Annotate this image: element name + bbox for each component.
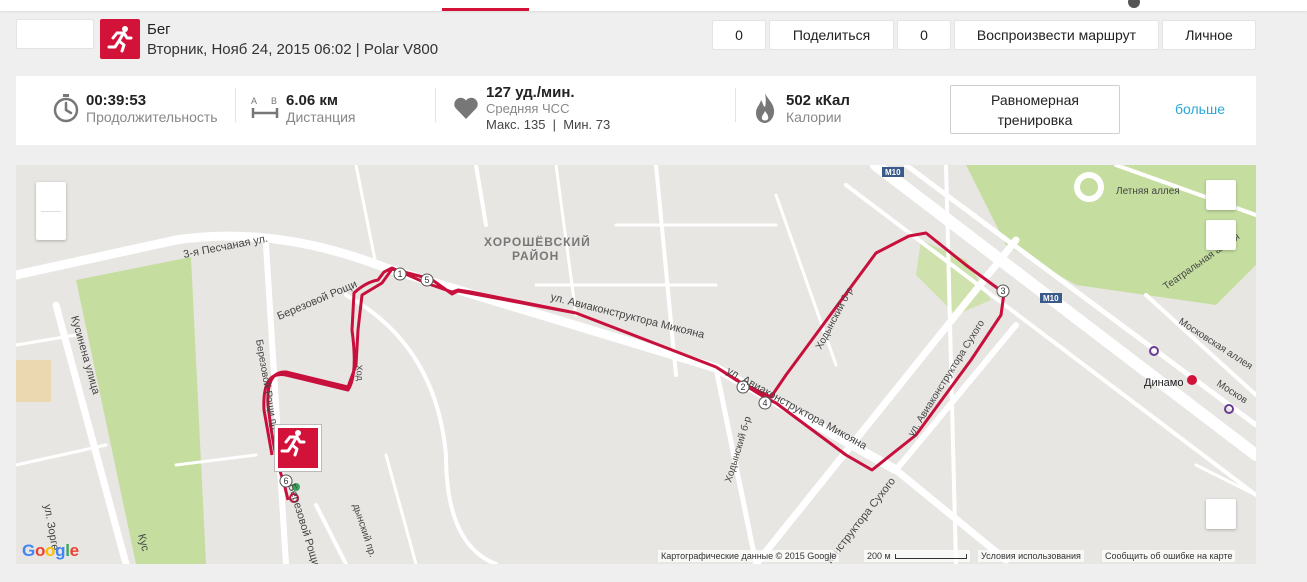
duration-value: 00:39:53 xyxy=(86,92,147,109)
divider xyxy=(435,88,436,122)
street-view-button[interactable] xyxy=(1206,499,1236,529)
comment-count-button[interactable]: 0 xyxy=(897,20,951,50)
distance-ab-icon: A B xyxy=(251,96,279,118)
district-label: ХОРОШЁВСКИЙ xyxy=(484,234,591,249)
active-tab-indicator xyxy=(442,8,529,11)
street-label: Березовой Рощи xyxy=(275,278,358,322)
street-label: Березовой Рощи xyxy=(285,482,321,564)
top-nav-bar xyxy=(0,0,1307,11)
map-scale: 200 м xyxy=(864,550,970,562)
street-label: Московская аллея xyxy=(1176,316,1254,372)
distance-value: 6.06 км xyxy=(286,92,338,109)
share-button[interactable]: Поделиться xyxy=(769,20,894,50)
map-scale-bar xyxy=(894,553,967,559)
zoom-out-button[interactable] xyxy=(36,212,66,240)
metro-dynamo-icon xyxy=(1187,375,1197,385)
running-icon xyxy=(280,430,306,457)
training-type-button[interactable]: Равномерная тренировка xyxy=(950,85,1120,134)
km-marker-label: 5 xyxy=(424,275,429,285)
heart-rate-value: 127 уд./мин. xyxy=(486,84,575,101)
street-label: Ход xyxy=(354,364,365,382)
distance-label: Дистанция xyxy=(286,109,356,125)
stats-panel: 00:39:53 Продолжительность A B 6.06 км Д… xyxy=(16,76,1256,145)
flame-icon xyxy=(756,93,775,123)
building-block xyxy=(16,360,51,402)
route-map[interactable]: 1 2 3 4 5 6 3-я Песчаная ул. ул. Авиакон… xyxy=(16,165,1256,564)
activity-start-marker[interactable] xyxy=(274,424,322,472)
activity-type: Бег xyxy=(147,21,171,38)
divider xyxy=(735,88,736,122)
heart-rate-details: Макс. 135 | Мин. 73 xyxy=(486,117,611,132)
zoom-in-button[interactable] xyxy=(36,182,66,211)
user-avatar[interactable] xyxy=(1128,0,1140,8)
google-logo-letter: g xyxy=(55,541,66,560)
heart-icon xyxy=(454,97,478,119)
map-type-button[interactable] xyxy=(1206,220,1236,250)
park-area xyxy=(76,257,206,564)
highway-shield-label: M10 xyxy=(1043,294,1059,303)
street-label: дынский пр. xyxy=(350,503,378,559)
google-logo-letter: o xyxy=(34,541,46,560)
zoom-control xyxy=(36,182,66,240)
fullscreen-button[interactable] xyxy=(1206,180,1236,210)
map-canvas[interactable]: 1 2 3 4 5 6 3-я Песчаная ул. ул. Авиакон… xyxy=(16,165,1256,564)
point-a-label: A xyxy=(251,96,257,106)
calories-label: Калории xyxy=(786,109,842,125)
heart-rate-label: Средняя ЧСС xyxy=(486,101,570,116)
like-count-button[interactable]: 0 xyxy=(712,20,766,50)
back-button[interactable] xyxy=(16,19,94,49)
training-type-label: Равномерная тренировка xyxy=(991,91,1079,128)
calories-value: 502 кКал xyxy=(786,92,850,109)
replay-route-button[interactable]: Воспроизвести маршрут xyxy=(954,20,1159,50)
running-badge xyxy=(278,428,318,468)
street-label: Летняя аллея xyxy=(1116,186,1180,197)
km-marker-label: 1 xyxy=(397,269,402,279)
activity-meta: Вторник, Нояб 24, 2015 06:02 | Polar V80… xyxy=(147,41,439,58)
km-marker-label: 4 xyxy=(762,398,767,408)
roundabout-center xyxy=(1082,180,1096,194)
more-link[interactable]: больше xyxy=(1175,101,1225,117)
highway-shield-label: M10 xyxy=(885,168,901,177)
google-logo-letter: G xyxy=(22,541,35,560)
privacy-button[interactable]: Личное xyxy=(1162,20,1256,50)
km-markers: 1 2 3 4 5 6 xyxy=(279,267,1010,488)
map-scale-label: 200 м xyxy=(867,551,891,561)
google-logo: Google xyxy=(22,541,79,561)
sport-badge xyxy=(100,19,140,59)
district-labels: ХОРОШЁВСКИЙ РАЙОН xyxy=(484,234,591,263)
metro-station-label: Динамо xyxy=(1144,377,1183,389)
map-data-attribution: Картографические данные © 2015 Google xyxy=(658,550,840,562)
running-icon xyxy=(107,26,133,53)
km-marker-label: 3 xyxy=(1000,286,1005,296)
google-logo-letter: o xyxy=(45,541,56,560)
district-label: РАЙОН xyxy=(512,248,559,263)
route-path xyxy=(262,231,1006,501)
stopwatch-icon xyxy=(53,94,79,123)
divider xyxy=(235,88,236,122)
duration-label: Продолжительность xyxy=(86,109,218,125)
point-b-label: B xyxy=(271,96,277,106)
google-logo-letter: e xyxy=(69,541,79,560)
terms-link[interactable]: Условия использования xyxy=(978,550,1084,562)
report-error-link[interactable]: Сообщить об ошибке на карте xyxy=(1102,550,1236,562)
